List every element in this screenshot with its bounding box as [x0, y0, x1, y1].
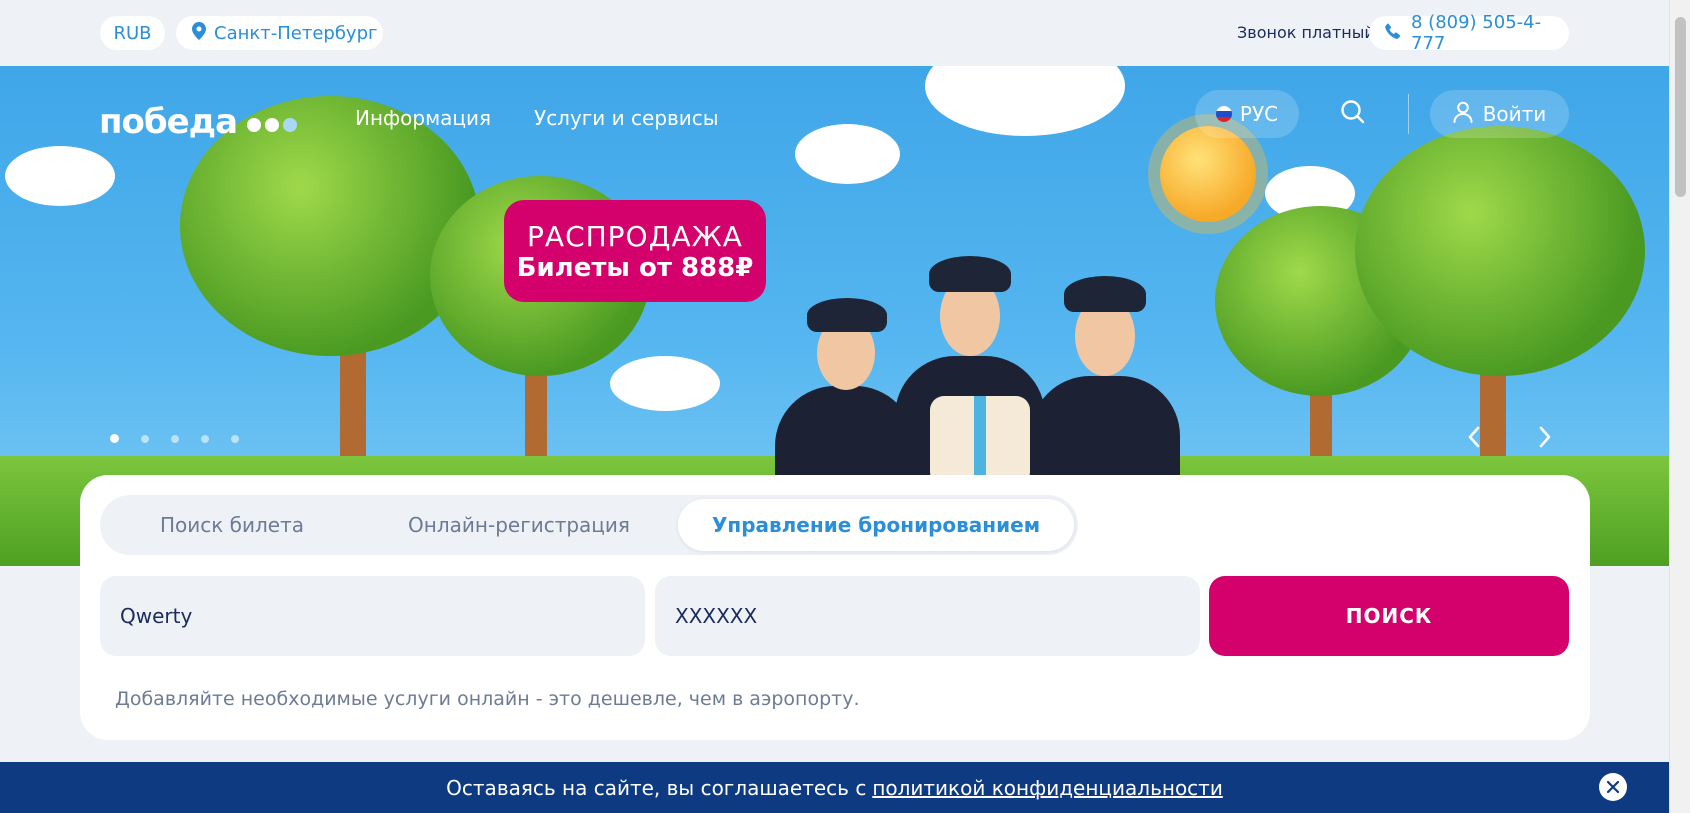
tree-crown: [1355, 126, 1645, 376]
slider-dot[interactable]: [171, 434, 179, 443]
top-utility-bar: RUB Санкт-Петербург Звонок платный 8 (80…: [0, 0, 1669, 66]
logo-dot: [247, 118, 262, 132]
sale-subtitle: Билеты от 888₽: [516, 252, 754, 283]
gift-box: [930, 396, 1030, 486]
slider-dot[interactable]: [231, 434, 239, 443]
login-button[interactable]: Войти: [1430, 90, 1569, 138]
logo-dot: [283, 118, 298, 132]
cloud-decoration: [925, 66, 1125, 136]
booking-tabs: Поиск билета Онлайн-регистрация Управлен…: [100, 495, 1078, 555]
russian-flag-icon: [1215, 106, 1232, 122]
page-scrollbar[interactable]: [1669, 0, 1690, 813]
sale-badge[interactable]: РАСПРОДАЖА Билеты от 888₽: [504, 200, 766, 302]
chevron-left-icon: [1467, 421, 1481, 456]
close-icon: [1606, 777, 1620, 798]
currency-label: RUB: [113, 22, 152, 44]
cookie-text: Оставаясь на сайте, вы соглашаетесь с: [446, 775, 867, 800]
cloud-decoration: [795, 124, 900, 184]
search-booking-button[interactable]: ПОИСК: [1209, 576, 1569, 656]
header-divider: [1408, 94, 1409, 134]
slider-dots: [110, 434, 239, 443]
login-label: Войти: [1482, 102, 1547, 126]
pobeda-logo[interactable]: победа: [99, 102, 298, 142]
sun-decoration: [1160, 126, 1256, 222]
city-label: Санкт-Петербург: [214, 22, 378, 44]
location-pin-icon: [192, 21, 206, 45]
tab-manage-booking[interactable]: Управление бронированием: [678, 499, 1074, 551]
privacy-policy-link[interactable]: политикой конфиденциальности: [872, 776, 1223, 800]
sale-title: РАСПРОДАЖА: [527, 219, 743, 253]
slider-prev-button[interactable]: [1456, 420, 1492, 456]
booking-hint: Добавляйте необходимые услуги онлайн - э…: [115, 688, 860, 710]
language-label: РУС: [1239, 102, 1279, 126]
currency-selector[interactable]: RUB: [100, 16, 165, 50]
slider-dot[interactable]: [141, 434, 149, 443]
call-note: Звонок платный: [1237, 23, 1375, 42]
slider-next-button[interactable]: [1527, 420, 1563, 456]
cookie-close-button[interactable]: [1599, 773, 1627, 801]
logo-text: победа: [99, 102, 238, 142]
search-icon: [1340, 99, 1366, 129]
booking-card: Поиск билета Онлайн-регистрация Управлен…: [80, 475, 1590, 740]
tab-online-checkin[interactable]: Онлайн-регистрация: [360, 499, 678, 551]
slider-dot[interactable]: [201, 434, 209, 443]
phone-number: 8 (809) 505-4-777: [1411, 12, 1542, 54]
booking-code-input[interactable]: [655, 576, 1200, 656]
phone-link[interactable]: 8 (809) 505-4-777: [1369, 12, 1569, 54]
language-selector[interactable]: РУС: [1195, 90, 1299, 138]
city-selector[interactable]: Санкт-Петербург: [176, 16, 383, 50]
nav-services[interactable]: Услуги и сервисы: [534, 106, 719, 130]
cloud-decoration: [610, 356, 720, 411]
slider-dot[interactable]: [110, 434, 119, 443]
logo-dot: [265, 118, 280, 132]
tab-ticket-search[interactable]: Поиск билета: [104, 499, 360, 551]
cookie-banner: Оставаясь на сайте, вы соглашаетесь с по…: [0, 762, 1669, 813]
logo-dots: [247, 118, 298, 132]
chevron-right-icon: [1538, 421, 1552, 456]
surname-input[interactable]: [100, 576, 645, 656]
cloud-decoration: [5, 146, 115, 206]
nav-information[interactable]: Информация: [355, 106, 491, 130]
search-button[interactable]: [1335, 96, 1371, 132]
user-icon: [1453, 101, 1473, 128]
scrollbar-thumb[interactable]: [1675, 17, 1686, 197]
phone-icon: [1385, 23, 1401, 44]
